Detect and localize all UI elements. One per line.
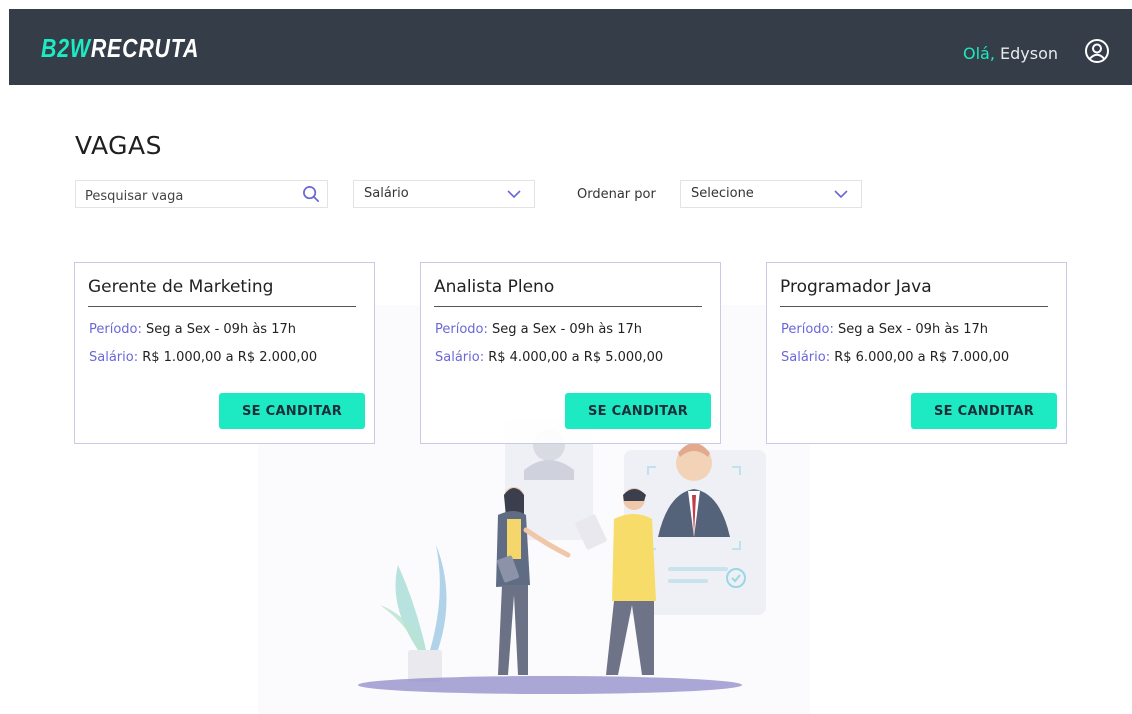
job-period: Período: Seg a Sex - 09h às 17h: [781, 322, 988, 337]
chevron-down-icon: [834, 190, 848, 199]
search-box: [75, 180, 328, 208]
salary-label: Salário:: [435, 350, 485, 365]
period-label: Período:: [89, 322, 142, 337]
period-value: Seg a Sex - 09h às 17h: [487, 322, 642, 337]
period-label: Período:: [781, 322, 834, 337]
logo-b2w: B2W: [41, 33, 91, 63]
order-select-value: Selecione: [691, 186, 754, 201]
apply-button[interactable]: SE CANDITAR: [565, 393, 711, 429]
job-title: Analista Pleno: [434, 277, 555, 297]
order-select[interactable]: Selecione: [680, 180, 862, 208]
job-card: Analista Pleno Período: Seg a Sex - 09h …: [420, 262, 721, 444]
apply-button[interactable]: SE CANDITAR: [219, 393, 365, 429]
job-title: Programador Java: [780, 277, 932, 297]
apply-button[interactable]: SE CANDITAR: [911, 393, 1057, 429]
search-icon[interactable]: [302, 185, 321, 204]
divider: [434, 306, 702, 307]
salary-select[interactable]: Salário: [353, 180, 535, 208]
user-name: Edyson: [994, 44, 1058, 63]
divider: [88, 306, 356, 307]
order-label: Ordenar por: [577, 187, 656, 202]
search-input[interactable]: [83, 185, 297, 207]
job-card: Programador Java Período: Seg a Sex - 09…: [766, 262, 1067, 444]
salary-value: R$ 4.000,00 a R$ 5.000,00: [484, 350, 664, 365]
logo-recruta: RECRUTA: [90, 33, 200, 63]
salary-label: Salário:: [781, 350, 831, 365]
job-salary: Salário: R$ 1.000,00 a R$ 2.000,00: [89, 350, 317, 365]
top-header: B2WRECRUTA Olá, Edyson: [9, 9, 1132, 85]
job-title: Gerente de Marketing: [88, 277, 274, 297]
job-period: Período: Seg a Sex - 09h às 17h: [435, 322, 642, 337]
user-greeting: Olá, Edyson: [963, 44, 1058, 64]
user-circle-icon[interactable]: [1084, 38, 1110, 64]
salary-select-value: Salário: [364, 186, 409, 201]
period-label: Período:: [435, 322, 488, 337]
job-period: Período: Seg a Sex - 09h às 17h: [89, 322, 296, 337]
period-value: Seg a Sex - 09h às 17h: [833, 322, 988, 337]
page-title: VAGAS: [75, 131, 163, 160]
salary-label: Salário:: [89, 350, 139, 365]
salary-value: R$ 1.000,00 a R$ 2.000,00: [138, 350, 318, 365]
logo[interactable]: B2WRECRUTA: [41, 33, 199, 63]
greeting-text: Olá,: [962, 44, 995, 63]
chevron-down-icon: [507, 190, 521, 199]
period-value: Seg a Sex - 09h às 17h: [141, 322, 296, 337]
salary-value: R$ 6.000,00 a R$ 7.000,00: [830, 350, 1010, 365]
divider: [780, 306, 1048, 307]
job-salary: Salário: R$ 4.000,00 a R$ 5.000,00: [435, 350, 663, 365]
job-salary: Salário: R$ 6.000,00 a R$ 7.000,00: [781, 350, 1009, 365]
job-card: Gerente de Marketing Período: Seg a Sex …: [74, 262, 375, 444]
